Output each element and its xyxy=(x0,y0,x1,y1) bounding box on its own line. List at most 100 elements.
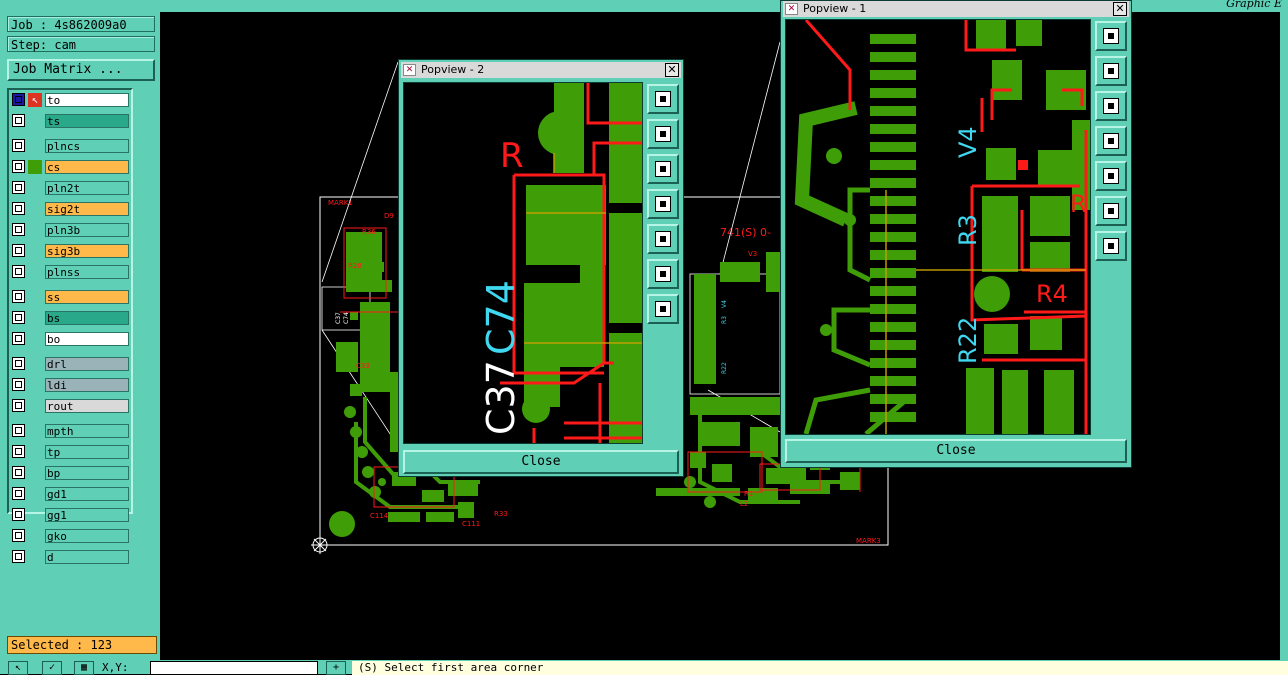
xy-input[interactable] xyxy=(150,661,318,675)
layer-row-plnss[interactable]: plnss xyxy=(12,265,129,279)
svg-text:C114: C114 xyxy=(370,512,389,520)
pan-right-button[interactable] xyxy=(647,224,679,254)
arrow-right-icon xyxy=(655,231,671,247)
layer-row-gko[interactable]: gko xyxy=(12,529,129,543)
grid-icon: ▦ xyxy=(80,662,88,673)
close-icon[interactable]: ✕ xyxy=(665,63,679,77)
layer-checkbox[interactable] xyxy=(12,487,25,500)
cursor-icon: ↖ xyxy=(14,662,22,673)
layer-swatch xyxy=(28,529,42,543)
popview-1-close-button[interactable]: Close xyxy=(785,439,1127,463)
popview-1-window: ✕ Popview - 1 ✕ V4 R3 R22 R4 R Close xyxy=(780,0,1132,468)
pointer-tool-button[interactable]: ↖ xyxy=(8,661,28,675)
layer-swatch xyxy=(28,445,42,459)
pcb-silk-left: C37 C74 xyxy=(335,312,350,324)
layer-checkbox[interactable] xyxy=(12,311,25,324)
svg-text:R28: R28 xyxy=(348,262,362,270)
layer-checkbox[interactable] xyxy=(12,508,25,521)
layer-checkbox[interactable] xyxy=(12,290,25,303)
pan-down-button[interactable] xyxy=(647,154,679,184)
layer-checkbox[interactable] xyxy=(12,139,25,152)
layer-row-to[interactable]: ↖ to xyxy=(12,93,129,107)
pan-up-button[interactable] xyxy=(647,119,679,149)
grid-tool-button[interactable]: ▦ xyxy=(74,661,94,675)
layer-swatch xyxy=(28,508,42,522)
zoom-in-button[interactable] xyxy=(647,84,679,114)
layer-swatch xyxy=(28,290,42,304)
layer-swatch xyxy=(28,378,42,392)
layer-checkbox[interactable] xyxy=(12,357,25,370)
pv1-r22-label: R22 xyxy=(954,317,982,364)
layer-checkbox[interactable] xyxy=(12,265,25,278)
layer-checkbox[interactable] xyxy=(12,332,25,345)
arrow-left-icon xyxy=(655,196,671,212)
layer-row-sig3b[interactable]: sig3b xyxy=(12,244,129,258)
layer-checkbox[interactable] xyxy=(12,244,25,257)
fit-icon xyxy=(655,266,671,282)
layer-checkbox[interactable] xyxy=(12,550,25,563)
close-icon[interactable]: ✕ xyxy=(1113,2,1127,16)
popview-2-titlebar[interactable]: ✕ Popview - 2 ✕ xyxy=(401,62,681,78)
layer-checkbox[interactable] xyxy=(12,399,25,412)
layer-checkbox[interactable] xyxy=(12,466,25,479)
zoom-out-button[interactable] xyxy=(1095,231,1127,261)
layer-row-pln2t[interactable]: pln2t xyxy=(12,181,129,195)
zoom-fit-button[interactable] xyxy=(647,259,679,289)
layer-row-ss[interactable]: ss xyxy=(12,290,129,304)
zoom-in-button[interactable] xyxy=(1095,21,1127,51)
arrow-left-icon xyxy=(1103,133,1119,149)
layer-name: drl xyxy=(45,357,129,371)
zoom-out-icon xyxy=(655,301,671,317)
layer-row-bo[interactable]: bo xyxy=(12,332,129,346)
check-tool-button[interactable]: ✓ xyxy=(42,661,62,675)
job-matrix-button[interactable]: Job Matrix ... xyxy=(7,59,155,81)
layer-checkbox[interactable] xyxy=(12,378,25,391)
layer-checkbox[interactable] xyxy=(12,160,25,173)
layer-name: sig3b xyxy=(45,244,129,258)
pan-down-button[interactable] xyxy=(1095,91,1127,121)
layer-row-bs[interactable]: bs xyxy=(12,311,129,325)
layer-row-tp[interactable]: tp xyxy=(12,445,129,459)
plus-icon: + xyxy=(332,662,340,673)
pan-left-button[interactable] xyxy=(647,189,679,219)
layer-swatch xyxy=(28,311,42,325)
pcb-silk-right: R3 V4 R22 xyxy=(721,300,728,374)
popview-2-close-button[interactable]: Close xyxy=(403,450,679,474)
layer-row-mpth[interactable]: mpth xyxy=(12,424,129,438)
layer-row-d[interactable]: d xyxy=(12,550,129,564)
layer-row-plncs[interactable]: plncs xyxy=(12,139,129,153)
layer-swatch xyxy=(28,202,42,216)
popview-2-view[interactable]: R C74 C37 xyxy=(403,82,643,444)
cursor-arrow-icon: ↖ xyxy=(28,93,42,107)
layer-checkbox[interactable] xyxy=(12,181,25,194)
layer-row-sig2t[interactable]: sig2t xyxy=(12,202,129,216)
layer-row-rout[interactable]: rout xyxy=(12,399,129,413)
layer-row-gg1[interactable]: gg1 xyxy=(12,508,129,522)
layer-row-ldi[interactable]: ldi xyxy=(12,378,129,392)
layer-row-drl[interactable]: drl xyxy=(12,357,129,371)
add-button[interactable]: + xyxy=(326,661,346,675)
zoom-fit-button[interactable] xyxy=(1095,196,1127,226)
layer-checkbox[interactable] xyxy=(12,93,25,106)
layer-row-bp[interactable]: bp xyxy=(12,466,129,480)
pan-right-button[interactable] xyxy=(1095,161,1127,191)
layer-row-gd1[interactable]: gd1 xyxy=(12,487,129,501)
layer-checkbox[interactable] xyxy=(12,202,25,215)
pan-left-button[interactable] xyxy=(1095,126,1127,156)
layer-checkbox[interactable] xyxy=(12,114,25,127)
layer-row-pln3b[interactable]: pln3b xyxy=(12,223,129,237)
layer-name: gg1 xyxy=(45,508,129,522)
popview-1-view[interactable]: V4 R3 R22 R4 R xyxy=(785,19,1091,435)
layer-checkbox[interactable] xyxy=(12,424,25,437)
layer-checkbox[interactable] xyxy=(12,529,25,542)
arrow-up-icon xyxy=(1103,63,1119,79)
layer-row-ts[interactable]: ts xyxy=(12,114,129,128)
pan-up-button[interactable] xyxy=(1095,56,1127,86)
layer-checkbox[interactable] xyxy=(12,445,25,458)
svg-text:C37: C37 xyxy=(335,312,342,324)
zoom-out-button[interactable] xyxy=(647,294,679,324)
popview-2-title: Popview - 2 xyxy=(421,63,485,76)
layer-row-cs[interactable]: cs xyxy=(12,160,129,174)
popview-1-titlebar[interactable]: ✕ Popview - 1 ✕ xyxy=(783,1,1129,17)
layer-checkbox[interactable] xyxy=(12,223,25,236)
